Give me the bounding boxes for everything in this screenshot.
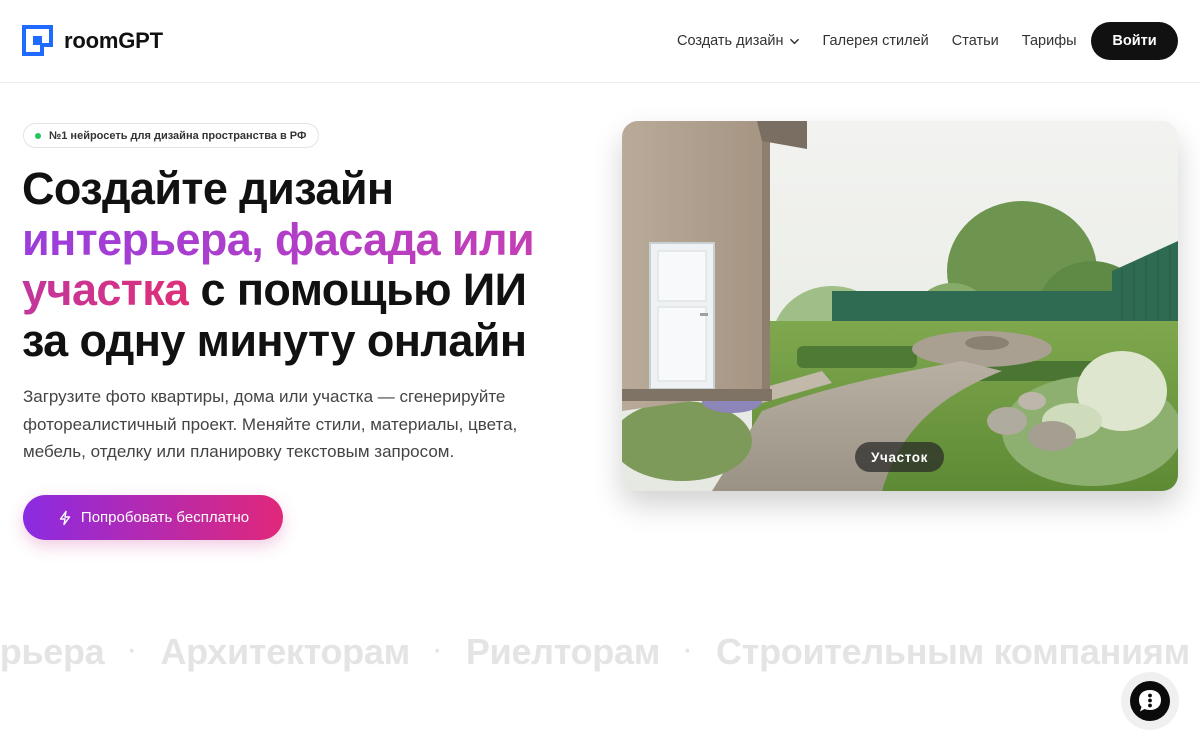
marquee-item: Строительным компаниям — [716, 631, 1190, 672]
nav-item-label: Тарифы — [1021, 33, 1077, 49]
chat-icon — [1139, 690, 1161, 712]
try-free-button-label: Попробовать бесплатно — [80, 509, 250, 526]
nav-item-pricing[interactable]: Тарифы — [1022, 33, 1077, 49]
marquee-separator: · — [684, 638, 693, 665]
marquee-separator: · — [128, 638, 137, 665]
hero-title-highlight2: участка — [22, 264, 189, 315]
nav-item-label: Создать дизайн — [677, 33, 784, 49]
hero-title-line3-rest: с помощью ИИ — [188, 264, 527, 315]
marquee-item: Риелторам — [465, 631, 661, 672]
nav-item-label: Галерея стилей — [822, 33, 929, 49]
garden-scene-image — [622, 121, 1178, 491]
lightning-icon — [59, 510, 71, 525]
hero-title-line1: Создайте дизайн — [22, 163, 394, 214]
nav-item-articles[interactable]: Статьи — [952, 33, 999, 49]
nav-item-create-design[interactable]: Создать дизайн — [677, 33, 800, 49]
marquee-item: ерьера — [0, 631, 105, 672]
nav-item-style-gallery[interactable]: Галерея стилей — [823, 33, 929, 49]
main-nav: Создать дизайн Галерея стилей Статьи Тар… — [677, 0, 1077, 82]
marquee-separator: · — [433, 638, 442, 665]
try-free-button[interactable]: Попробовать бесплатно — [23, 495, 283, 540]
logo-link[interactable]: roomGPT — [22, 25, 163, 56]
image-category-label: Участок — [855, 442, 944, 472]
chevron-down-icon — [789, 38, 799, 44]
chat-icon-wrap — [1130, 681, 1170, 721]
nav-item-label: Статьи — [951, 33, 999, 49]
hero-title-line4: за одну минуту онлайн — [22, 314, 527, 366]
site-header: roomGPT Создать дизайн Галерея стилей Ст… — [0, 0, 1200, 83]
hero-badge-text: №1 нейросеть для дизайна пространства в … — [49, 129, 307, 142]
chat-button[interactable] — [1121, 672, 1179, 730]
login-button[interactable]: Войти — [1091, 22, 1178, 60]
logo-text: roomGPT — [64, 27, 163, 53]
status-dot-icon — [35, 132, 41, 139]
hero-image: Участок — [622, 121, 1178, 491]
hero-title: Создайте дизайн интерьера, фасада или уч… — [22, 163, 582, 366]
marquee-track: ерьера · Архитекторам · Риелторам · Стро… — [0, 624, 1190, 680]
hero-subtitle: Загрузите фото квартиры, дома или участк… — [23, 387, 518, 461]
logo-mark-icon — [22, 25, 53, 56]
hero-title-highlight1: интерьера, фасада или — [22, 213, 535, 265]
hero-badge: №1 нейросеть для дизайна пространства в … — [23, 123, 320, 148]
audience-marquee: ерьера · Архитекторам · Риелторам · Стро… — [0, 624, 1200, 680]
marquee-item: Архитекторам — [160, 631, 410, 672]
